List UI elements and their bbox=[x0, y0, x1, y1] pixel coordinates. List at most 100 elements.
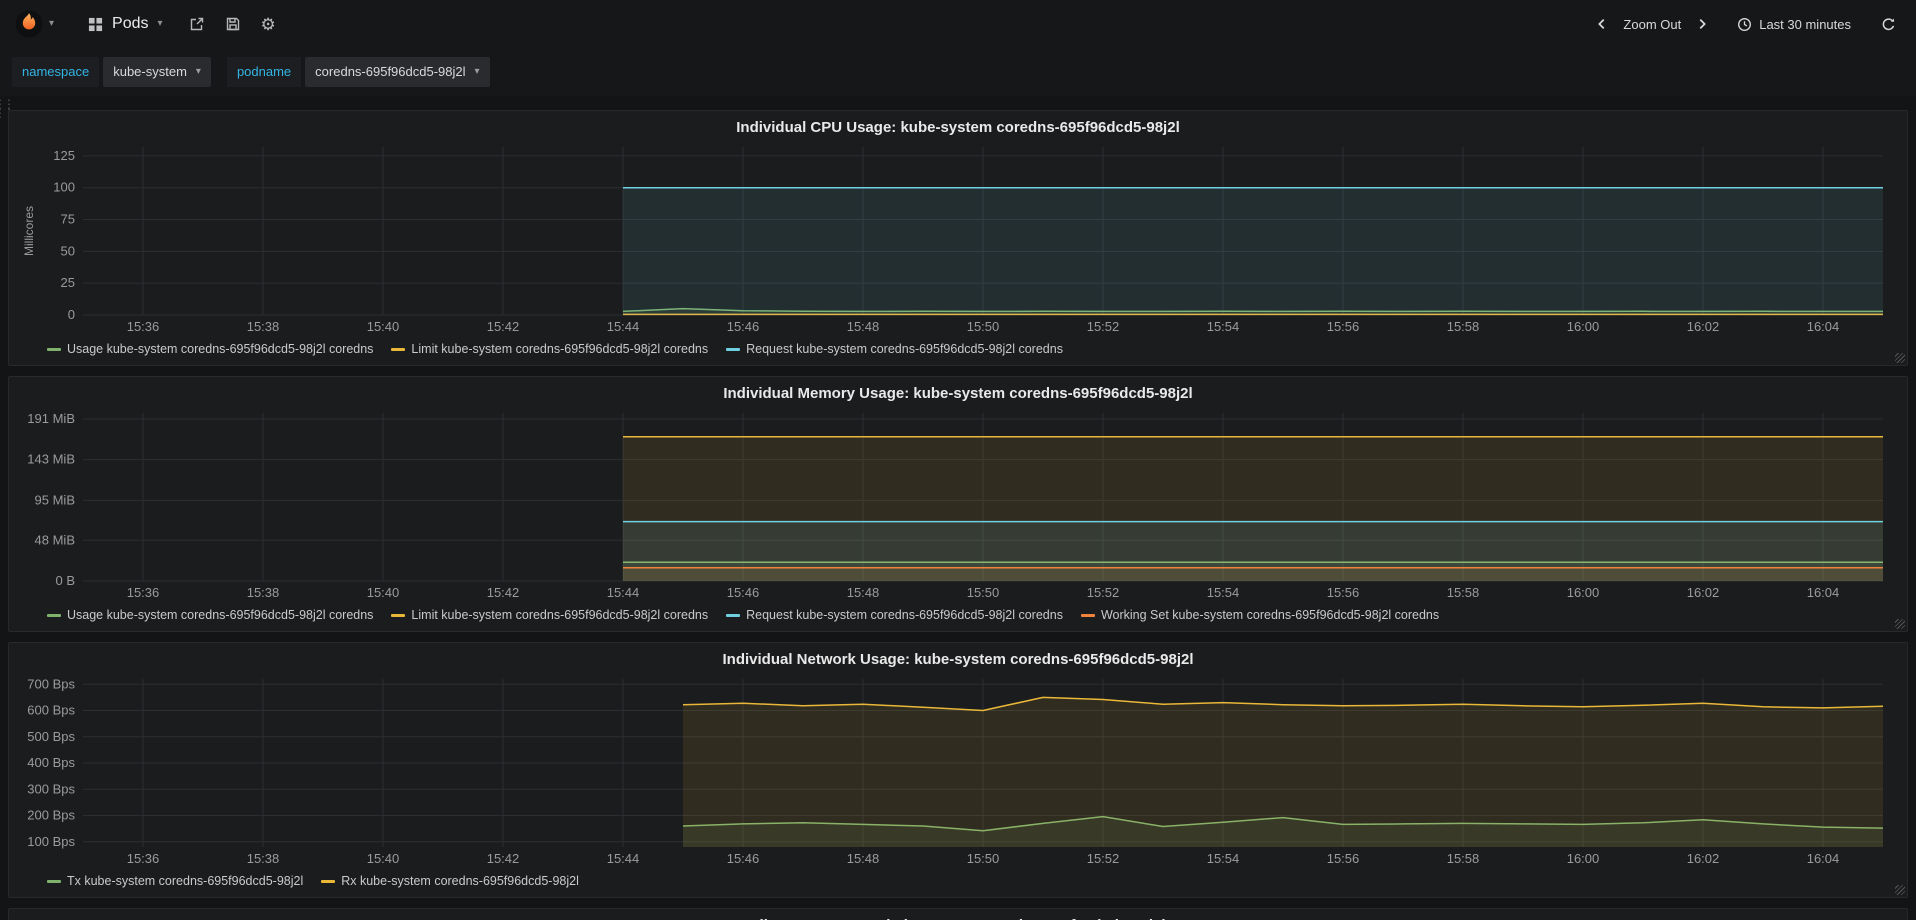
y-tick-label: 700 Bps bbox=[27, 676, 75, 691]
panel-resize-handle[interactable] bbox=[1895, 619, 1905, 629]
legend-item[interactable]: Working Set kube-system coredns-695f96dc… bbox=[1080, 608, 1440, 622]
x-tick-label: 15:54 bbox=[1207, 319, 1240, 334]
x-tick-label: 16:00 bbox=[1567, 851, 1600, 866]
x-tick-label: 15:48 bbox=[847, 585, 880, 600]
legend-series-marker bbox=[391, 347, 406, 351]
x-tick-label: 15:40 bbox=[367, 319, 400, 334]
variable-podname-value: coredns-695f96dcd5-98j2l bbox=[315, 64, 466, 79]
panel-title-memory[interactable]: Individual Memory Usage: kube-system cor… bbox=[19, 381, 1897, 407]
x-tick-label: 15:52 bbox=[1087, 585, 1120, 600]
legend-series-marker bbox=[47, 347, 61, 351]
y-tick-label: 100 Bps bbox=[27, 834, 75, 849]
dashboard-title: Pods bbox=[112, 15, 149, 32]
panel-title-network[interactable]: Individual Network Usage: kube-system co… bbox=[19, 647, 1897, 673]
legend-series-label: Usage kube-system coredns-695f96dcd5-98j… bbox=[67, 342, 374, 356]
caret-down-icon: ▾ bbox=[474, 66, 480, 77]
legend-series-label: Usage kube-system coredns-695f96dcd5-98j… bbox=[67, 608, 374, 622]
panel-title-cpu[interactable]: Individual CPU Usage: kube-system coredn… bbox=[19, 115, 1897, 141]
grafana-logo-icon bbox=[14, 9, 44, 39]
legend-series-label: Tx kube-system coredns-695f96dcd5-98j2l bbox=[67, 874, 304, 888]
x-tick-label: 16:02 bbox=[1687, 585, 1720, 600]
x-tick-label: 15:56 bbox=[1327, 585, 1360, 600]
save-button[interactable] bbox=[219, 10, 247, 38]
refresh-button[interactable] bbox=[1875, 11, 1902, 38]
network-usage-graph[interactable]: 15:36 15:38 15:40 15:42 15:44 15:46 15:48 15:50… bbox=[19, 673, 1897, 869]
settings-button[interactable]: ⚙ bbox=[255, 10, 282, 39]
panel-resize-handle[interactable] bbox=[1895, 885, 1905, 895]
variable-podname-label: podname bbox=[226, 57, 302, 87]
legend-item[interactable]: Usage kube-system coredns-695f96dcd5-98j… bbox=[47, 608, 373, 622]
x-tick-label: 15:56 bbox=[1327, 851, 1360, 866]
time-range-label: Last 30 minutes bbox=[1759, 16, 1851, 32]
y-tick-label: 200 Bps bbox=[27, 808, 75, 823]
legend-item[interactable]: Request kube-system coredns-695f96dcd5-9… bbox=[726, 608, 1063, 622]
x-tick-label: 15:36 bbox=[127, 851, 160, 866]
legend-series-label: Limit kube-system coredns-695f96dcd5-98j… bbox=[411, 342, 709, 356]
row-drag-handle-icon[interactable]: ⋮⋮⋮⋮ bbox=[0, 98, 15, 119]
legend-item[interactable]: Limit kube-system coredns-695f96dcd5-98j… bbox=[391, 608, 708, 622]
memory-usage-graph[interactable]: 15:36 15:38 15:40 15:42 15:44 15:46 15:48 15:50… bbox=[19, 407, 1897, 603]
x-tick-label: 16:00 bbox=[1567, 319, 1600, 334]
time-picker-button[interactable]: Last 30 minutes bbox=[1737, 17, 1851, 32]
x-tick-label: 15:36 bbox=[127, 319, 160, 334]
dashboard-picker[interactable]: Pods ▾ bbox=[76, 9, 175, 39]
legend-series-marker bbox=[1080, 613, 1095, 617]
panel-network-usage: Individual Network Usage: kube-system co… bbox=[8, 642, 1908, 898]
y-tick-label: 100 bbox=[53, 180, 75, 195]
cpu-usage-legend: Usage kube-system coredns-695f96dcd5-98j… bbox=[19, 337, 1897, 361]
x-tick-label: 15:46 bbox=[727, 585, 760, 600]
time-shift-left-button[interactable] bbox=[1589, 11, 1615, 37]
legend-item[interactable]: Tx kube-system coredns-695f96dcd5-98j2l bbox=[47, 874, 303, 888]
y-tick-label: 125 bbox=[53, 148, 75, 163]
legend-series-label: Limit kube-system coredns-695f96dcd5-98j… bbox=[411, 608, 709, 622]
panel-resize-handle[interactable] bbox=[1895, 353, 1905, 363]
y-tick-label: 300 Bps bbox=[27, 781, 75, 796]
x-tick-label: 15:44 bbox=[607, 585, 640, 600]
variable-namespace-value-dropdown[interactable]: kube-system ▾ bbox=[103, 57, 211, 87]
panel-filesystem-usage: Filesystem Usage: kube-system coredns-69… bbox=[8, 908, 1908, 920]
legend-series-marker bbox=[726, 613, 741, 617]
x-tick-label: 15:42 bbox=[487, 319, 520, 334]
grafana-logo-button[interactable]: ▾ bbox=[8, 5, 60, 43]
navbar: ▾ Pods ▾ ⚙ Zoom Out Last 30 minutes bbox=[0, 0, 1916, 48]
variable-namespace-label: namespace bbox=[12, 57, 100, 87]
share-button[interactable] bbox=[183, 10, 211, 38]
legend-series-label: Working Set kube-system coredns-695f96dc… bbox=[1100, 608, 1440, 622]
panel-title-filesystem[interactable]: Filesystem Usage: kube-system coredns-69… bbox=[19, 913, 1897, 920]
share-icon bbox=[189, 16, 205, 32]
zoom-out-button[interactable]: Zoom Out bbox=[1623, 17, 1681, 32]
x-tick-label: 15:38 bbox=[247, 319, 280, 334]
memory-usage-legend: Usage kube-system coredns-695f96dcd5-98j… bbox=[19, 603, 1897, 627]
x-tick-label: 15:56 bbox=[1327, 319, 1360, 334]
legend-item[interactable]: Usage kube-system coredns-695f96dcd5-98j… bbox=[47, 342, 373, 356]
y-tick-label: 75 bbox=[61, 212, 75, 227]
x-tick-label: 15:46 bbox=[727, 851, 760, 866]
x-tick-label: 15:46 bbox=[727, 319, 760, 334]
y-tick-label: 600 Bps bbox=[27, 703, 75, 718]
gear-icon: ⚙ bbox=[260, 14, 276, 34]
legend-series-label: Request kube-system coredns-695f96dcd5-9… bbox=[746, 608, 1063, 622]
y-tick-label: 191 MiB bbox=[27, 411, 75, 426]
x-tick-label: 15:50 bbox=[967, 319, 1000, 334]
y-tick-label: 50 bbox=[61, 243, 75, 258]
x-tick-label: 15:54 bbox=[1207, 851, 1240, 866]
cpu-usage-graph[interactable]: 15:36 15:38 15:40 15:42 15:44 15:46 15:48 15:50… bbox=[19, 141, 1897, 337]
legend-item[interactable]: Rx kube-system coredns-695f96dcd5-98j2l bbox=[321, 874, 579, 888]
variable-podname-value-dropdown[interactable]: coredns-695f96dcd5-98j2l ▾ bbox=[305, 57, 490, 87]
x-tick-label: 15:50 bbox=[967, 585, 1000, 600]
network-usage-legend: Tx kube-system coredns-695f96dcd5-98j2l R… bbox=[19, 869, 1897, 893]
variable-namespace: namespace kube-system ▾ bbox=[12, 57, 211, 87]
legend-item[interactable]: Request kube-system coredns-695f96dcd5-9… bbox=[726, 342, 1063, 356]
x-tick-label: 15:58 bbox=[1447, 585, 1480, 600]
x-tick-label: 15:40 bbox=[367, 585, 400, 600]
x-tick-label: 15:58 bbox=[1447, 319, 1480, 334]
time-shift-right-button[interactable] bbox=[1689, 11, 1715, 37]
y-tick-label: 400 Bps bbox=[27, 755, 75, 770]
x-tick-label: 15:42 bbox=[487, 585, 520, 600]
x-tick-label: 15:36 bbox=[127, 585, 160, 600]
template-variables-bar: namespace kube-system ▾ podname coredns-… bbox=[0, 48, 1916, 96]
clock-icon bbox=[1737, 17, 1752, 32]
legend-series-marker bbox=[47, 879, 61, 883]
x-tick-label: 15:48 bbox=[847, 319, 880, 334]
legend-item[interactable]: Limit kube-system coredns-695f96dcd5-98j… bbox=[391, 342, 708, 356]
